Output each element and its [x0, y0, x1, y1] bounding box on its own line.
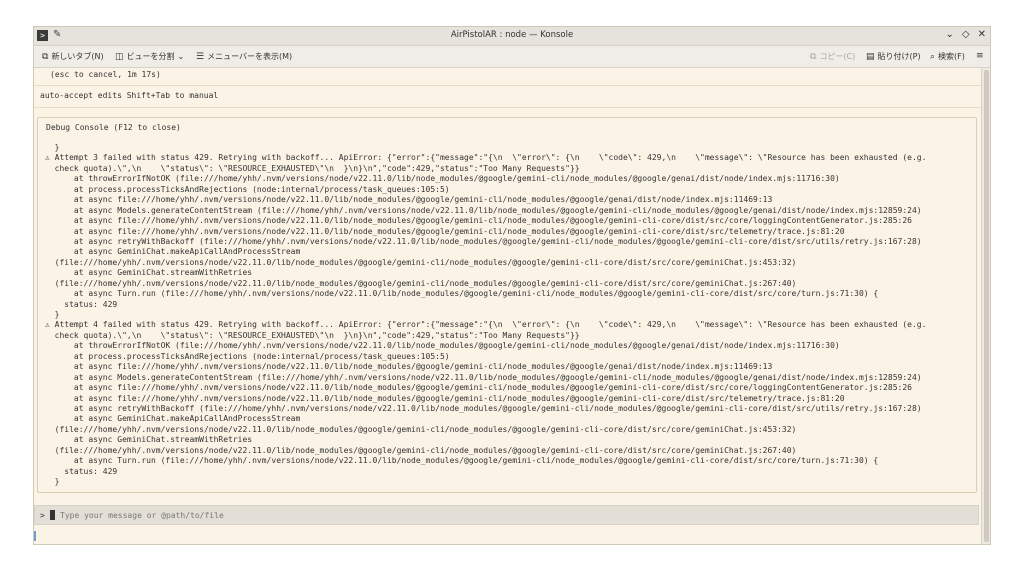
- log-line: }: [45, 477, 60, 486]
- log-line: at async retryWithBackoff (file:///home/…: [45, 236, 922, 246]
- search-icon: ⌕: [930, 51, 936, 62]
- log-line: ⚠ Attempt 3 failed with status 429. Retr…: [45, 153, 927, 163]
- maximize-icon[interactable]: ◇: [962, 29, 970, 40]
- copy-label: コピー(C): [819, 52, 856, 61]
- input-placeholder: Type your message or @path/to/file: [60, 511, 224, 520]
- debug-console-title: Debug Console (F12 to close): [46, 123, 181, 132]
- show-menubar-label: メニューバーを表示(M): [207, 52, 293, 61]
- log-line: (file:///home/yhh/.nvm/versions/node/v22…: [45, 278, 797, 288]
- log-line: (file:///home/yhh/.nvm/versions/node/v22…: [45, 424, 797, 434]
- log-line: ⚠ Attempt 4 failed with status 429. Retr…: [45, 320, 927, 330]
- find-button[interactable]: ⌕ 検索(F): [930, 51, 965, 62]
- text-cursor: [50, 510, 55, 520]
- cancel-hint: (esc to cancel, 1m 17s): [50, 70, 161, 79]
- menubar-icon: ☰: [196, 51, 205, 62]
- log-line: at throwErrorIfNotOK (file:///home/yhh/.…: [45, 341, 840, 351]
- split-view-icon: ◫: [115, 51, 124, 62]
- paste-icon: ▤: [866, 51, 875, 62]
- log-line: at async file:///home/yhh/.nvm/versions/…: [45, 226, 845, 236]
- terminal-area[interactable]: (esc to cancel, 1m 17s) auto-accept edit…: [34, 68, 982, 544]
- message-input[interactable]: > Type your message or @path/to/file: [34, 505, 979, 525]
- window-title: AirPistolAR : node — Konsole: [450, 30, 574, 40]
- hamburger-menu-icon: ≡: [976, 51, 984, 61]
- log-line: at async Turn.run (file:///home/yhh/.nvm…: [45, 289, 879, 299]
- log-line: at async Models.generateContentStream (f…: [45, 372, 922, 382]
- log-line: }: [45, 310, 60, 319]
- find-label: 検索(F): [938, 52, 965, 61]
- new-tab-icon: ⧉: [42, 51, 49, 62]
- log-line: at async file:///home/yhh/.nvm/versions/…: [45, 216, 912, 226]
- new-tab-label: 新しいタブ(N): [51, 52, 104, 61]
- log-line: at async file:///home/yhh/.nvm/versions/…: [45, 383, 912, 393]
- log-line: (file:///home/yhh/.nvm/versions/node/v22…: [45, 445, 797, 455]
- divider: [34, 85, 982, 86]
- log-line: at async Models.generateContentStream (f…: [45, 205, 922, 215]
- log-line: check quota).\",\n \"status\": \"RESOURC…: [45, 330, 580, 340]
- debug-console: Debug Console (F12 to close) } ⚠ Attempt …: [37, 117, 977, 493]
- toolbar: ⧉ 新しいタブ(N) ◫ ビューを分割 ⌄ ☰ メニューバーを表示(M) ⧉ コ…: [34, 46, 990, 68]
- log-line: at async GeminiChat.makeApiCallAndProces…: [45, 414, 301, 424]
- paste-label: 貼り付け(P): [877, 52, 921, 61]
- log-line: at async retryWithBackoff (file:///home/…: [45, 403, 922, 413]
- scrollbar-thumb[interactable]: [984, 70, 989, 542]
- log-line: at async file:///home/yhh/.nvm/versions/…: [45, 362, 773, 372]
- log-line: at async Turn.run (file:///home/yhh/.nvm…: [45, 456, 879, 466]
- log-line: at throwErrorIfNotOK (file:///home/yhh/.…: [45, 174, 840, 184]
- log-line: status: 429: [45, 466, 118, 476]
- log-line: (file:///home/yhh/.nvm/versions/node/v22…: [45, 257, 797, 267]
- log-line: at async file:///home/yhh/.nvm/versions/…: [45, 393, 845, 403]
- auto-accept-status: auto-accept edits Shift+Tab to manual: [40, 91, 219, 100]
- log-line: at async GeminiChat.streamWithRetries: [45, 435, 253, 445]
- split-view-label: ビューを分割: [126, 52, 175, 61]
- paste-button[interactable]: ▤ 貼り付け(P): [866, 51, 921, 62]
- prompt-symbol: >: [40, 511, 45, 520]
- new-tab-button[interactable]: ⧉ 新しいタブ(N): [42, 51, 104, 62]
- log-line: at async GeminiChat.streamWithRetries: [45, 268, 253, 278]
- log-line: at process.processTicksAndRejections (no…: [45, 351, 450, 361]
- split-view-button[interactable]: ◫ ビューを分割 ⌄: [115, 51, 184, 62]
- close-icon[interactable]: ✕: [978, 29, 986, 40]
- copy-icon: ⧉: [810, 51, 817, 62]
- debug-log: } ⚠ Attempt 3 failed with status 429. Ret…: [45, 143, 972, 487]
- title-bar[interactable]: > ✎ AirPistolAR : node — Konsole ⌄ ◇ ✕: [34, 27, 990, 46]
- window-controls: ⌄ ◇ ✕: [946, 29, 986, 40]
- minimize-icon[interactable]: ⌄: [946, 29, 954, 40]
- divider: [34, 107, 982, 108]
- show-menubar-button[interactable]: ☰ メニューバーを表示(M): [196, 51, 292, 62]
- log-line: at async file:///home/yhh/.nvm/versions/…: [45, 195, 773, 205]
- log-line: at async GeminiChat.makeApiCallAndProces…: [45, 247, 301, 257]
- copy-button[interactable]: ⧉ コピー(C): [810, 51, 855, 62]
- konsole-window: > ✎ AirPistolAR : node — Konsole ⌄ ◇ ✕ ⧉…: [33, 26, 991, 545]
- chevron-down-icon: ⌄: [177, 52, 185, 61]
- scrollbar[interactable]: [981, 68, 990, 544]
- log-line: }: [45, 143, 60, 152]
- caret-marker: [34, 531, 36, 541]
- log-line: at process.processTicksAndRejections (no…: [45, 184, 450, 194]
- log-line: status: 429: [45, 299, 118, 309]
- log-line: check quota).\",\n \"status\": \"RESOURC…: [45, 163, 580, 173]
- hamburger-menu-button[interactable]: ≡: [976, 51, 984, 61]
